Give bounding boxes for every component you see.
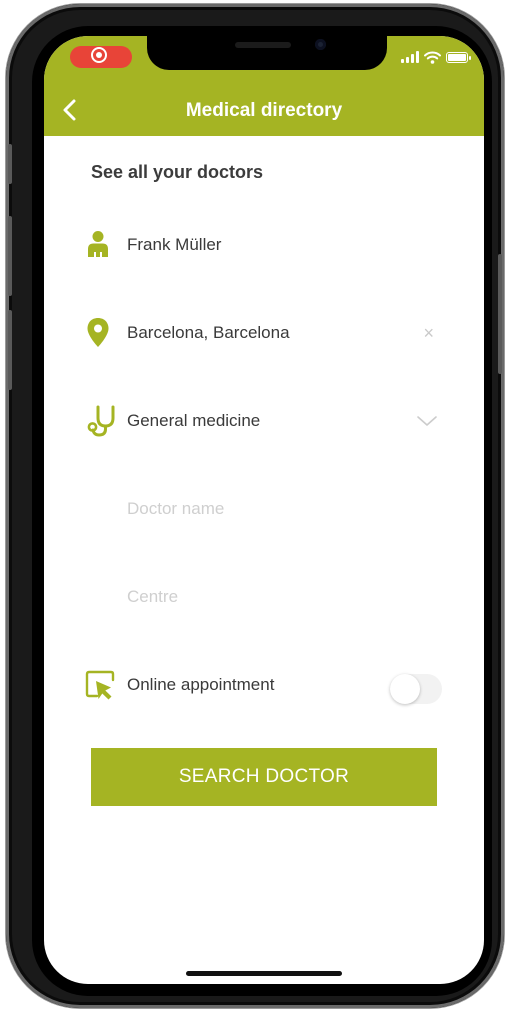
toggle-knob [390,674,420,704]
signal-bars-icon [401,51,419,63]
device-notch [147,36,387,70]
online-appointment-label: Online appointment [127,675,275,694]
centre-placeholder: Centre [127,587,179,606]
home-indicator[interactable] [186,971,342,976]
online-appointment-toggle[interactable] [390,674,442,704]
clear-location-button[interactable]: × [423,323,434,344]
search-doctor-button[interactable]: SEARCH DOCTOR [91,748,437,806]
patient-selector[interactable]: Frank Müller [84,228,444,264]
camera-icon [315,39,326,50]
app-screen: Medical directory See all your doctors F… [44,36,484,984]
wifi-icon [424,51,441,64]
centre-input[interactable]: Centre [84,580,444,616]
person-icon [88,231,108,257]
map-pin-icon [87,318,109,347]
stethoscope-icon [87,405,115,437]
online-appointment-row: Online appointment [84,668,444,704]
app-header: Medical directory [44,36,484,136]
power-button [498,254,502,374]
chevron-down-icon[interactable] [416,414,438,428]
screen-recording-indicator[interactable] [70,46,132,68]
specialty-value: General medicine [127,411,261,430]
status-bar-icons [401,49,471,65]
volume-up-button [8,216,12,296]
mute-switch [8,144,12,184]
specialty-dropdown[interactable]: General medicine [84,404,444,440]
patient-name: Frank Müller [127,235,222,254]
doctor-name-placeholder: Doctor name [127,499,225,518]
page-title: Medical directory [185,100,343,121]
location-field[interactable]: Barcelona, Barcelona × [84,316,444,352]
doctor-name-input[interactable]: Doctor name [84,492,444,528]
speaker-grille [235,42,291,48]
battery-icon [446,51,471,63]
section-title: See all your doctors [91,162,264,182]
volume-down-button [8,310,12,390]
screen-recording-icon [91,47,107,63]
cursor-click-icon [85,670,115,700]
location-value: Barcelona, Barcelona [127,323,290,342]
